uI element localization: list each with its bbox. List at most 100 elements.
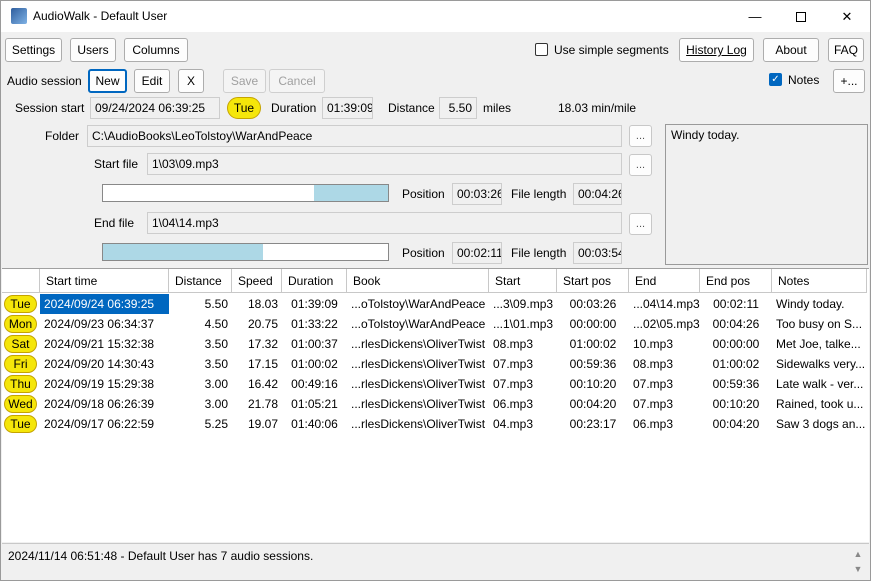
- folder-browse-button[interactable]: ...: [629, 125, 652, 147]
- save-button[interactable]: Save: [223, 69, 266, 93]
- start-position-bar[interactable]: [102, 184, 389, 202]
- column-header-start[interactable]: Start: [489, 269, 557, 293]
- table-row[interactable]: Fri 2024/09/20 14:30:43 3.50 17.15 01:00:02.…: [2, 354, 869, 374]
- cell-endpos: 00:04:20: [712, 417, 760, 431]
- pace-text: 18.03 min/mile: [558, 101, 637, 115]
- end-position-label: Position: [402, 246, 445, 260]
- cell-book: ...rlesDickens\OliverTwist: [351, 417, 486, 431]
- cell-speed: 17.15: [247, 357, 278, 371]
- cell-book: ...rlesDickens\OliverTwist: [351, 397, 486, 411]
- notes-more-button[interactable]: +...: [833, 69, 865, 93]
- simple-segments-checkbox[interactable]: [535, 43, 548, 56]
- start-position-label: Position: [402, 187, 445, 201]
- close-button[interactable]: ✕: [824, 1, 870, 32]
- start-file-label: Start file: [94, 157, 139, 171]
- scroll-down-icon[interactable]: ▼: [852, 564, 864, 576]
- cell-startf: ...3\09.mp3: [493, 297, 554, 311]
- minimize-button[interactable]: —: [732, 1, 778, 32]
- cell-distance: 5.50: [204, 297, 228, 311]
- cell-endpos: 00:59:36: [712, 377, 760, 391]
- faq-button[interactable]: FAQ: [828, 38, 864, 62]
- distance-unit: miles: [483, 101, 512, 115]
- cell-duration: 01:00:02: [291, 357, 338, 371]
- duration-field[interactable]: 01:39:09: [322, 97, 373, 119]
- column-header-book[interactable]: Book: [347, 269, 489, 293]
- end-length-field: 00:03:54: [573, 242, 622, 264]
- history-log-button[interactable]: History Log: [679, 38, 754, 62]
- cell-distance: 5.25: [204, 417, 228, 431]
- maximize-icon: [796, 11, 806, 22]
- cancel-button[interactable]: Cancel: [269, 69, 325, 93]
- distance-field[interactable]: 5.50: [439, 97, 477, 119]
- users-button[interactable]: Users: [70, 38, 116, 62]
- title-bar: AudioWalk - Default User — ✕: [1, 1, 870, 32]
- cell-distance: 3.50: [204, 337, 228, 351]
- cell-book: ...rlesDickens\OliverTwist: [351, 377, 486, 391]
- column-header-notes[interactable]: Notes: [772, 269, 867, 293]
- column-header-start-time[interactable]: Start time: [40, 269, 169, 293]
- delete-button[interactable]: X: [178, 69, 204, 93]
- end-file-browse-button[interactable]: ...: [629, 213, 652, 235]
- cell-endpos: 00:04:26: [712, 317, 760, 331]
- table-row[interactable]: Mon 2024/09/23 06:34:37 4.50 20.75 01:33:22.…: [2, 314, 869, 334]
- cell-book: ...rlesDickens\OliverTwist: [351, 357, 486, 371]
- new-button[interactable]: New: [88, 69, 127, 93]
- column-header-day[interactable]: [2, 269, 40, 293]
- table-row[interactable]: Wed 2024/09/18 06:26:39 3.00 21.78 01:05:21.…: [2, 394, 869, 414]
- cell-notes: Too busy on S...: [776, 317, 863, 331]
- edit-button[interactable]: Edit: [134, 69, 170, 93]
- end-file-field[interactable]: 1\04\14.mp3: [147, 212, 622, 234]
- cell-day: Wed: [2, 394, 40, 414]
- notes-checkbox[interactable]: ✓: [769, 73, 782, 86]
- start-file-field[interactable]: 1\03\09.mp3: [147, 153, 622, 175]
- cell-endf: 06.mp3: [633, 417, 674, 431]
- cell-day: Thu: [2, 374, 40, 394]
- settings-button[interactable]: Settings: [5, 38, 62, 62]
- notes-textarea[interactable]: Windy today.: [665, 124, 868, 265]
- end-position-bar[interactable]: [102, 243, 389, 261]
- cell-notes: Windy today.: [776, 297, 845, 311]
- end-file-label: End file: [94, 216, 135, 230]
- simple-segments-label: Use simple segments: [554, 43, 669, 57]
- column-header-distance[interactable]: Distance: [169, 269, 232, 293]
- column-header-end[interactable]: End: [629, 269, 700, 293]
- table-row[interactable]: Thu 2024/09/19 15:29:38 3.00 16.42 00:49:16.…: [2, 374, 869, 394]
- day-badge: Thu: [4, 375, 37, 393]
- table-row[interactable]: Tue 2024/09/24 06:39:25 5.50 18.03 01:39:09.…: [2, 294, 869, 314]
- table-row[interactable]: Tue 2024/09/17 06:22:59 5.25 19.07 01:40:06.…: [2, 414, 869, 434]
- cell-book: ...oTolstoy\WarAndPeace: [351, 317, 486, 331]
- cell-day: Fri: [2, 354, 40, 374]
- end-position-field[interactable]: 00:02:11: [452, 242, 502, 264]
- start-file-browse-button[interactable]: ...: [629, 154, 652, 176]
- column-header-speed[interactable]: Speed: [232, 269, 282, 293]
- cell-endf: 07.mp3: [633, 377, 674, 391]
- cell-start: 2024/09/18 06:26:39: [44, 397, 155, 411]
- column-header-duration[interactable]: Duration: [282, 269, 347, 293]
- start-position-field[interactable]: 00:03:26: [452, 183, 502, 205]
- cell-distance: 3.00: [204, 377, 228, 391]
- table-row[interactable]: Sat 2024/09/21 15:32:38 3.50 17.32 01:00:37.…: [2, 334, 869, 354]
- cell-endpos: 00:00:00: [712, 337, 760, 351]
- folder-field[interactable]: C:\AudioBooks\LeoTolstoy\WarAndPeace: [87, 125, 622, 147]
- table-header: Start time Distance Speed Duration Book Start…: [2, 269, 869, 293]
- start-length-field: 00:04:26: [573, 183, 622, 205]
- cell-book: ...rlesDickens\OliverTwist: [351, 337, 486, 351]
- session-start-field[interactable]: 09/24/2024 06:39:25: [90, 97, 220, 119]
- cell-start: 2024/09/17 06:22:59: [44, 417, 155, 431]
- column-header-end-pos[interactable]: End pos: [700, 269, 772, 293]
- maximize-button[interactable]: [778, 1, 824, 32]
- cell-startpos: 00:00:00: [569, 317, 617, 331]
- app-icon: [11, 8, 27, 24]
- sessions-table[interactable]: Start time Distance Speed Duration Book Start…: [2, 268, 869, 542]
- scroll-up-icon[interactable]: ▲: [852, 549, 864, 561]
- cell-duration: 01:05:21: [291, 397, 338, 411]
- cell-endpos: 00:02:11: [713, 297, 759, 311]
- column-header-start-pos[interactable]: Start pos: [557, 269, 629, 293]
- about-button[interactable]: About: [763, 38, 819, 62]
- cell-startf: 04.mp3: [493, 417, 534, 431]
- audio-session-label: Audio session: [7, 74, 82, 88]
- cell-startf: 07.mp3: [493, 377, 534, 391]
- columns-button[interactable]: Columns: [124, 38, 188, 62]
- cell-startpos: 01:00:02: [569, 337, 617, 351]
- notes-label: Notes: [788, 73, 820, 87]
